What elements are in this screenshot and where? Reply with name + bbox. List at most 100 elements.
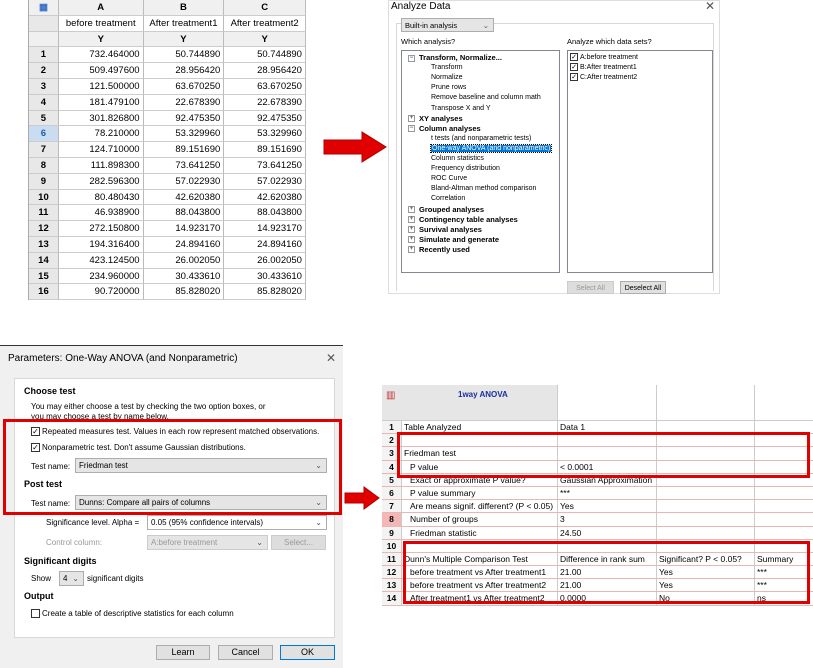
alpha-select[interactable]: 0.05 (95% confidence intervals) ⌄ — [147, 515, 327, 530]
row-number[interactable]: 7 — [29, 142, 59, 158]
table-cell[interactable]: 92.475350 — [143, 110, 225, 127]
table-cell[interactable]: 22.678390 — [224, 94, 306, 111]
table-cell[interactable]: 73.641250 — [224, 157, 306, 174]
table-cell[interactable]: 85.828020 — [143, 284, 225, 301]
tree-item[interactable]: ROC Curve — [431, 174, 467, 184]
row-number[interactable]: 10 — [382, 539, 402, 552]
table-cell[interactable]: 92.475350 — [224, 110, 306, 127]
collapse-icon[interactable]: − — [408, 125, 415, 133]
tree-item[interactable]: + Survival analyses — [408, 225, 482, 235]
row-number[interactable]: 11 — [382, 552, 402, 566]
results-cell[interactable]: 3 — [558, 513, 657, 526]
table-cell[interactable]: 42.620380 — [143, 189, 225, 206]
table-cell[interactable]: 423.124500 — [58, 252, 144, 269]
expand-icon[interactable]: + — [408, 216, 415, 224]
tree-item[interactable]: Column statistics — [431, 154, 484, 164]
results-cell[interactable] — [755, 500, 813, 512]
row-number[interactable]: 10 — [29, 189, 59, 206]
results-cell[interactable]: Number of groups — [402, 513, 558, 526]
results-cell[interactable] — [657, 513, 755, 526]
table-cell[interactable]: 30.433610 — [143, 268, 225, 285]
results-cell[interactable]: 24.50 — [558, 526, 657, 539]
expand-icon[interactable]: + — [408, 236, 415, 244]
row-number[interactable]: 9 — [382, 526, 402, 539]
row-number[interactable]: 2 — [29, 63, 59, 79]
select-all-button[interactable]: Select All — [567, 281, 614, 294]
close-icon[interactable]: ✕ — [326, 351, 336, 365]
row-number[interactable]: 6 — [29, 126, 59, 143]
results-cell[interactable] — [755, 527, 813, 539]
dataset-checkbox[interactable]: ✓ A:before treatment — [570, 53, 638, 63]
tree-item[interactable]: + Simulate and generate — [408, 235, 499, 245]
tree-item[interactable]: Remove baseline and column math — [431, 93, 541, 103]
results-cell[interactable]: Friedman statistic — [402, 526, 558, 539]
table-cell[interactable]: 234.960000 — [58, 268, 144, 285]
table-cell[interactable]: 63.670250 — [224, 78, 306, 95]
ok-button[interactable]: OK — [280, 645, 335, 660]
row-number[interactable]: 9 — [29, 173, 59, 190]
row-number[interactable]: 6 — [382, 486, 402, 500]
table-cell[interactable]: 90.720000 — [58, 284, 144, 301]
row-number[interactable]: 8 — [382, 513, 402, 526]
select-control-button[interactable]: Select... — [271, 535, 326, 550]
results-cell[interactable]: P value summary — [402, 486, 558, 500]
table-cell[interactable]: 50.744890 — [224, 47, 306, 64]
row-number[interactable]: 1 — [29, 47, 59, 64]
row-number[interactable]: 3 — [29, 78, 59, 95]
descriptive-stats-checkbox[interactable]: Create a table of descriptive statistics… — [31, 609, 234, 619]
table-cell[interactable]: 89.151690 — [224, 142, 306, 158]
table-cell[interactable]: 272.150800 — [58, 221, 144, 237]
table-cell[interactable]: 80.480430 — [58, 189, 144, 206]
table-cell[interactable]: 28.956420 — [224, 63, 306, 79]
table-cell[interactable]: 14.923170 — [224, 221, 306, 237]
column-title-b[interactable]: After treatment1 — [143, 15, 225, 32]
table-cell[interactable]: 26.002050 — [224, 252, 306, 269]
column-title-c[interactable]: After treatment2 — [224, 15, 306, 32]
table-cell[interactable]: 22.678390 — [143, 94, 225, 111]
results-cell[interactable]: Yes — [558, 500, 657, 513]
tree-item[interactable]: Bland-Altman method comparison — [431, 184, 536, 194]
table-cell[interactable]: 50.744890 — [143, 47, 225, 64]
tree-item[interactable]: Correlation — [431, 194, 465, 204]
control-column-select[interactable]: A:before treatment ⌄ — [147, 535, 268, 550]
results-cell[interactable]: *** — [558, 486, 657, 500]
tree-item[interactable]: Transform — [431, 63, 463, 73]
table-cell[interactable]: 53.329960 — [143, 126, 225, 143]
row-number[interactable]: 5 — [29, 110, 59, 127]
table-cell[interactable]: 28.956420 — [143, 63, 225, 79]
row-number[interactable]: 11 — [29, 205, 59, 222]
row-number[interactable]: 14 — [382, 592, 402, 605]
table-cell[interactable]: 30.433610 — [224, 268, 306, 285]
analysis-tree[interactable]: − Transform, Normalize... Transform Normali… — [401, 50, 560, 273]
row-number[interactable]: 8 — [29, 157, 59, 174]
deselect-all-button[interactable]: Deselect All — [620, 281, 666, 294]
table-cell[interactable]: 26.002050 — [143, 252, 225, 269]
table-cell[interactable]: 121.500000 — [58, 78, 144, 95]
cancel-button[interactable]: Cancel — [218, 645, 273, 660]
column-title-a[interactable]: before treatment — [58, 15, 144, 32]
column-letter-a[interactable]: A — [58, 0, 144, 16]
row-number[interactable]: 16 — [29, 284, 59, 301]
row-number[interactable]: 14 — [29, 252, 59, 269]
results-cell[interactable] — [755, 487, 813, 499]
table-icon[interactable]: ▦ — [29, 0, 59, 16]
row-number[interactable]: 12 — [29, 221, 59, 237]
table-cell[interactable]: 509.497600 — [58, 63, 144, 79]
table-cell[interactable]: 85.828020 — [224, 284, 306, 301]
tree-item[interactable]: + Recently used — [408, 245, 470, 255]
results-cell[interactable] — [657, 500, 755, 513]
row-number[interactable]: 15 — [29, 268, 59, 285]
tree-item[interactable]: t tests (and nonparametric tests) — [431, 134, 531, 144]
tree-item[interactable]: One-way ANOVA (and nonparametric) — [429, 143, 553, 154]
digits-select[interactable]: 4 ⌄ — [59, 571, 84, 586]
table-cell[interactable]: 63.670250 — [143, 78, 225, 95]
table-cell[interactable]: 301.826800 — [58, 110, 144, 127]
dataset-list[interactable]: ✓ A:before treatment ✓ B:After treatment1 ✓ C… — [567, 50, 713, 273]
table-cell[interactable]: 88.043800 — [143, 205, 225, 222]
collapse-icon[interactable]: − — [408, 54, 415, 62]
table-cell[interactable]: 78.210000 — [58, 126, 144, 143]
learn-button[interactable]: Learn — [156, 645, 210, 660]
tree-item[interactable]: + XY analyses — [408, 114, 463, 124]
table-cell[interactable]: 89.151690 — [143, 142, 225, 158]
table-cell[interactable]: 282.596300 — [58, 173, 144, 190]
